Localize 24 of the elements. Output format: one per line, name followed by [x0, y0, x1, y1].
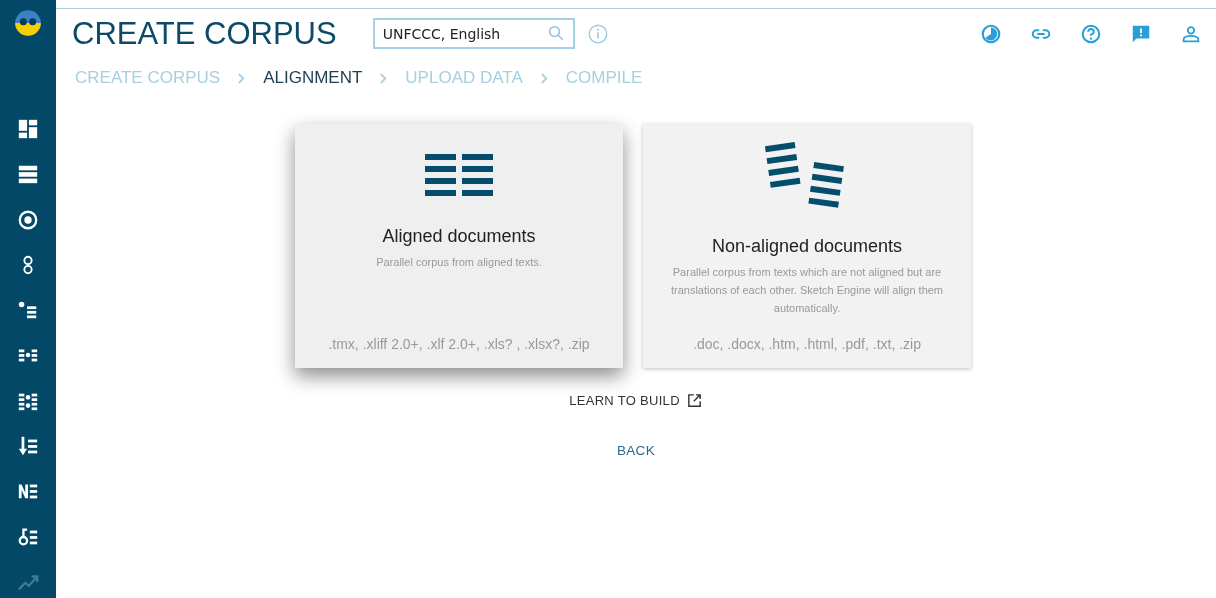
card-description: Parallel corpus from aligned texts.	[376, 255, 542, 270]
page-title: CREATE CORPUS	[72, 15, 337, 52]
logo-icon[interactable]	[14, 9, 42, 37]
card-description: Parallel corpus from texts which are not aligned but are translations of each other. Sketch Engine will align them automatically.	[669, 265, 945, 316]
search-icon	[546, 24, 565, 42]
learn-to-build-link[interactable]: LEARN TO BUILD	[569, 392, 703, 409]
back-button[interactable]: BACK	[609, 439, 663, 462]
target-icon[interactable]	[17, 208, 39, 231]
option-card[interactable]: Aligned documents Parallel corpus from aligned texts. .tmx, .xliff 2.0+, .xlf 2.0+, .xls? , .xlsx?, .zip	[295, 124, 623, 368]
dashboard-icon[interactable]	[17, 118, 39, 140]
card-title: Aligned documents	[382, 226, 536, 247]
file-formats: .doc, .docx, .htm, .html, .pdf, .txt, .zip	[693, 336, 921, 352]
list-icon[interactable]	[17, 163, 39, 186]
external-link-icon	[685, 392, 703, 409]
file-formats: .tmx, .xliff 2.0+, .xlf 2.0+, .xls? , .xlsx?, .zip	[328, 336, 590, 352]
corpus-search-field[interactable]: UNFCCC, English	[372, 18, 575, 49]
chevron-icon	[237, 71, 247, 85]
help-icon[interactable]	[1080, 22, 1102, 45]
breadcrumb-step[interactable]: ALIGNMENT	[263, 68, 363, 88]
chevron-icon	[379, 71, 389, 85]
chevron-icon	[539, 71, 549, 85]
theme-icon[interactable]	[980, 22, 1002, 45]
card-title: Non-aligned documents	[711, 236, 903, 257]
option-card[interactable]: Non-aligned documents Parallel corpus from texts which are not aligned but are translations of each other. Sketch Engine will align them automatically. .doc, .docx, .htm, .html, .pdf, .txt, .zip	[643, 124, 971, 368]
